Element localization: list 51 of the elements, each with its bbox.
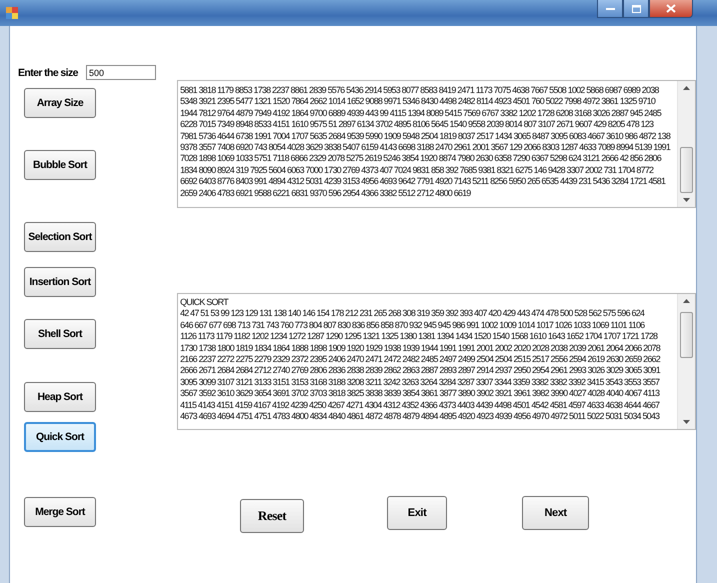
sort-button[interactable]: Shell Sort <box>24 319 96 349</box>
number-line: 1126 1173 1179 1182 1202 1234 1272 1287 1290 1295 1321 1325 1380 1381 1394 1434 1520 1540 1568 1610 1643 1652 1704 1707 1721 1728 <box>180 331 659 343</box>
number-line: 7981 5736 4644 6738 1991 7004 1707 5635 2684 9539 5990 1909 5948 2504 1819 8037 2517 1434 3065 8487 3095 6083 4667 3610 986 4872 138 <box>180 130 672 142</box>
minimize-button[interactable] <box>597 0 623 18</box>
action-button[interactable]: Reset <box>240 499 304 533</box>
number-line: 1730 1738 1800 1819 1834 1864 1888 1898 1909 1920 1929 1938 1939 1944 1991 1991 2001 2002 2020 2028 2038 2039 2061 2064 2066 2078 <box>180 342 662 354</box>
number-line: 1834 8090 8924 319 7925 5604 6063 7000 1730 2769 4373 407 7024 9831 858 392 7685 9381 8321 6275 146 9428 3307 2002 731 1704 8772 <box>180 164 654 176</box>
sort-button[interactable]: Selection Sort <box>24 222 96 252</box>
minimize-icon <box>606 6 614 10</box>
number-line: 2659 2406 4783 6921 9588 6221 6831 9370 596 2954 4366 3382 5512 2712 4800 6619 <box>180 188 472 200</box>
number-line: 2166 2237 2272 2275 2279 2329 2372 2395 2406 2470 2471 2472 2482 2485 2497 2499 2504 2504 2515 2517 2556 2594 2619 2630 2659 2662 <box>180 354 662 366</box>
maximize-button[interactable] <box>623 0 649 18</box>
close-icon <box>666 4 676 13</box>
scroll-up-icon[interactable] <box>683 86 690 90</box>
sort-button[interactable]: Array Size <box>24 88 96 118</box>
number-line: 5881 3818 1179 8853 1738 2237 8861 2839 5576 5436 2914 5953 8077 8583 8419 2471 1173 7075 4638 7667 5508 1002 5868 6987 6989 2038 <box>180 85 660 96</box>
size-input[interactable]: 500 <box>86 65 156 80</box>
sort-button[interactable]: Heap Sort <box>24 382 96 412</box>
close-button[interactable] <box>649 0 693 18</box>
number-line: 6228 7015 7349 8948 8533 4151 1610 9575 51 2897 6134 3702 4895 8106 5645 1540 9558 2039 8014 807 3107 2671 9607 429 8205 478 123 <box>180 119 655 131</box>
scroll-thumb[interactable] <box>680 312 693 358</box>
sort-button[interactable]: Bubble Sort <box>24 150 96 180</box>
app-icon <box>6 7 18 19</box>
number-line: 9378 3557 7408 6920 743 8054 4028 3629 3838 5407 6159 4143 6698 3188 2470 2961 2001 3567 129 2066 8303 1287 4633 7089 8994 5139 1991 <box>180 142 672 154</box>
sort-button[interactable]: Merge Sort <box>24 497 96 527</box>
scrollbar[interactable] <box>677 81 695 207</box>
number-line: 4673 4693 4694 4751 4751 4783 4800 4834 4840 4861 4872 4878 4879 4894 4895 4920 4923 4939 4956 4970 4972 5011 5022 5031 5034 5043 <box>180 411 661 422</box>
number-line: 6692 6403 8776 8403 991 4894 4312 5031 4239 3153 4956 4693 9642 7791 4920 7143 5211 8256 5950 265 6535 4439 231 5436 3284 1721 4581 <box>180 176 666 188</box>
sort-button[interactable]: Quick Sort <box>24 422 96 452</box>
number-line: 2666 2671 2684 2684 2712 2740 2769 2806 2836 2838 2839 2862 2863 2887 2893 2897 2914 2937 2950 2954 2961 2993 3026 3029 3065 3091 <box>180 365 662 377</box>
number-line: 3095 3099 3107 3121 3133 3151 3153 3168 3188 3208 3211 3242 3263 3264 3284 3287 3307 3344 3359 3382 3382 3392 3415 3543 3553 3557 <box>180 376 660 388</box>
scroll-down-icon[interactable] <box>683 198 690 202</box>
number-line: 646 667 677 698 713 731 743 760 773 804 807 830 836 856 858 870 932 945 945 986 991 1002 1009 1014 1017 1026 1033 1069 1101 1106 <box>180 320 646 332</box>
number-line: 3567 3592 3610 3629 3654 3691 3702 3703 3818 3825 3838 3839 3854 3861 3877 3890 3902 3921 3961 3982 3990 4027 4028 4040 4067 4113 <box>180 388 661 400</box>
text-area[interactable] <box>177 293 696 430</box>
action-button[interactable]: Exit <box>387 496 448 530</box>
action-button[interactable]: Next <box>522 496 590 530</box>
number-line: 7028 1898 1069 1033 5751 7118 6866 2329 2078 5275 2619 5246 3854 1920 8874 7980 2630 6358 7290 6367 5298 624 3121 2666 42 856 2806 <box>180 153 662 165</box>
text-area[interactable] <box>177 80 696 208</box>
sort-button[interactable]: Insertion Sort <box>24 267 96 297</box>
maximize-icon <box>632 4 640 12</box>
scroll-up-icon[interactable] <box>683 299 690 303</box>
number-line: 5348 3921 2395 5477 1321 1520 7864 2662 1014 1652 9088 9971 5346 8430 4498 2482 8114 4923 4501 760 5022 7998 4972 3861 1325 9710 <box>180 96 656 108</box>
scroll-thumb[interactable] <box>680 147 693 193</box>
number-line: 4115 4143 4151 4159 4167 4192 4239 4250 4267 4271 4304 4312 4352 4366 4373 4403 4439 4498 4501 4542 4581 4597 4633 4638 4644 4667 <box>180 400 660 412</box>
scrollbar[interactable] <box>677 294 695 429</box>
output-heading: QUICK SORT <box>180 297 230 308</box>
scroll-down-icon[interactable] <box>683 420 690 424</box>
number-line: 42 47 51 53 99 123 129 131 138 140 146 154 178 212 231 265 268 308 319 359 392 393 407 420 429 443 474 478 500 528 562 575 596 624 <box>180 308 646 320</box>
number-line: 1944 7812 9764 4879 7949 4192 1864 9700 6889 4939 443 99 4115 1394 8089 5415 7569 6767 3382 1202 1728 6208 3168 3026 2887 945 2485 <box>180 108 662 120</box>
size-label: Enter the size <box>18 66 80 78</box>
